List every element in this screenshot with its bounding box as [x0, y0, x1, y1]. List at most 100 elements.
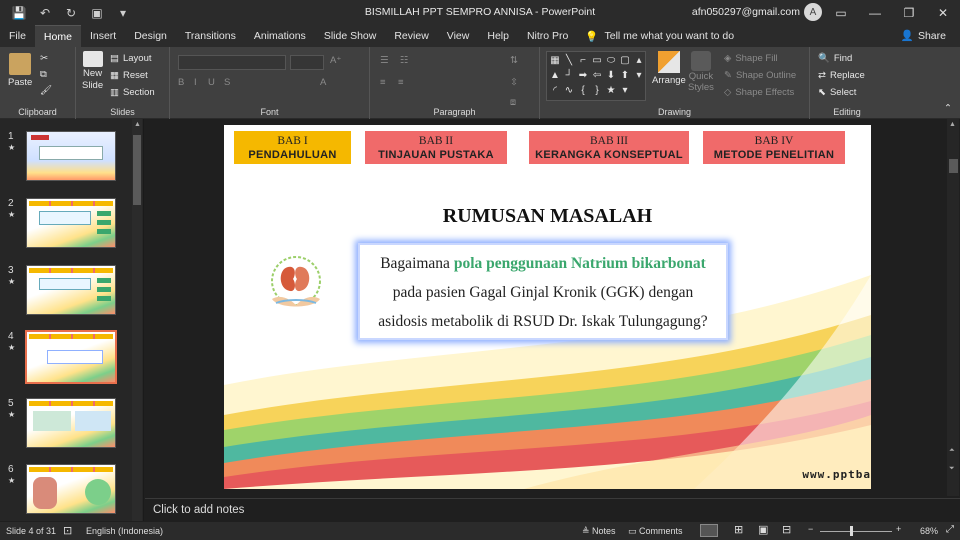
textbox-shape-icon[interactable]: ▦ [549, 54, 561, 66]
strikethrough-icon[interactable]: S [224, 77, 230, 88]
font-color-icon[interactable]: A [320, 77, 326, 88]
slide-thumbnail-3[interactable] [26, 265, 116, 315]
bab-1-button[interactable]: BAB I PENDAHULUAN [234, 131, 351, 164]
arrow-up-shape-icon[interactable]: ⬆ [619, 69, 631, 81]
replace-button[interactable]: ⇄ Replace [818, 70, 865, 81]
new-slide-button[interactable]: New Slide [82, 51, 103, 91]
comments-toggle[interactable]: ▭ Comments [628, 526, 683, 537]
curve-shape-icon[interactable]: ∿ [563, 85, 575, 97]
tab-transitions[interactable]: Transitions [176, 25, 245, 47]
align-center-icon[interactable]: ≡ [398, 77, 404, 88]
elbow-shape-icon[interactable]: ⌐ [577, 54, 589, 66]
shapes-gallery[interactable]: ▦ ╲ ⌐ ▭ ⬭ ▢ ▴ ▲ ┘ ➡ ⇦ ⬇ ⬆ ▾ ◜ ∿ { } ★ ▾ [546, 51, 646, 101]
reading-view-icon[interactable]: ▣ [758, 523, 768, 536]
scroll-shapes-icon[interactable]: ▾ [633, 69, 645, 81]
slide-title[interactable]: RUMUSAN MASALAH [224, 205, 871, 228]
paste-button[interactable]: Paste [8, 53, 32, 88]
restore-icon[interactable]: ❐ [892, 0, 926, 25]
find-button[interactable]: 🔍 Find [818, 53, 852, 64]
slideshow-view-icon[interactable]: ⊟ [782, 523, 791, 536]
bab-3-button[interactable]: BAB III KERANGKA KONSEPTUAL [529, 131, 689, 164]
bab-4-button[interactable]: BAB IV METODE PENELITIAN [703, 131, 845, 164]
arrow-right-shape-icon[interactable]: ➡ [577, 69, 589, 81]
slide-thumbnail-4[interactable] [25, 330, 117, 384]
font-size-input[interactable] [290, 55, 324, 70]
tab-insert[interactable]: Insert [81, 25, 125, 47]
quick-styles-button[interactable]: Quick Styles [688, 51, 714, 93]
oval-shape-icon[interactable]: ⬭ [605, 54, 617, 66]
accessibility-icon[interactable]: ⊡ [63, 524, 72, 537]
tab-home[interactable]: Home [34, 25, 81, 47]
notes-toggle[interactable]: ≜ Notes [582, 526, 616, 537]
format-painter-icon[interactable]: 🖌 [40, 85, 52, 96]
next-slide-icon[interactable]: ⏷ [949, 465, 955, 473]
numbering-icon[interactable]: ☷ [400, 55, 409, 66]
align-text-icon[interactable]: ⇳ [510, 77, 518, 88]
grow-font-icon[interactable]: A⁺ [330, 55, 341, 66]
line-shape-icon[interactable]: ╲ [563, 54, 575, 66]
expand-shapes-icon[interactable]: ▾ [619, 85, 631, 97]
arc-shape-icon[interactable]: ◜ [549, 85, 561, 97]
customize-icon[interactable]: ▾ [112, 3, 134, 23]
arrange-button[interactable]: Arrange [652, 51, 686, 86]
zoom-level[interactable]: 68% [920, 526, 938, 536]
tab-help[interactable]: Help [478, 25, 518, 47]
normal-view-icon[interactable] [700, 524, 718, 537]
avatar[interactable]: A [804, 3, 822, 21]
slide-thumbnail-1[interactable] [26, 131, 116, 181]
rectangle-shape-icon[interactable]: ▭ [591, 54, 603, 66]
slide-thumbnail-2[interactable] [26, 198, 116, 248]
underline-icon[interactable]: U [208, 77, 215, 88]
close-icon[interactable]: ✕ [926, 0, 960, 25]
zoom-slider-thumb[interactable] [850, 526, 853, 536]
layout-button[interactable]: ▤ Layout [110, 53, 152, 64]
triangle-shape-icon[interactable]: ▲ [549, 69, 561, 81]
tab-animations[interactable]: Animations [245, 25, 315, 47]
tab-slide-show[interactable]: Slide Show [315, 25, 386, 47]
minimize-icon[interactable]: — [858, 0, 892, 25]
tab-design[interactable]: Design [125, 25, 176, 47]
scroll-up-icon[interactable]: ▲ [949, 121, 956, 128]
bracket-shape-icon[interactable]: { [577, 85, 589, 97]
tell-me-box[interactable]: 💡 Tell me what you want to do [585, 25, 734, 47]
account-email[interactable]: afn050297@gmail.com [692, 6, 800, 18]
redo-icon[interactable]: ↻ [60, 3, 82, 23]
research-question-box[interactable]: Bagaimana pola penggunaan Natrium bikarb… [358, 243, 728, 340]
more-shapes-icon[interactable]: ▴ [633, 54, 645, 66]
tab-nitro-pro[interactable]: Nitro Pro [518, 25, 577, 47]
scroll-thumb[interactable] [133, 135, 141, 205]
shape-effects-button[interactable]: ◇ Shape Effects [724, 87, 794, 98]
slide-canvas[interactable]: BAB I PENDAHULUAN BAB II TINJAUAN PUSTAK… [224, 125, 871, 489]
save-icon[interactable]: 💾 [8, 3, 30, 23]
previous-slide-icon[interactable]: ⏶ [949, 447, 955, 455]
arrow-left-shape-icon[interactable]: ⇦ [591, 69, 603, 81]
reset-button[interactable]: ▦ Reset [110, 70, 148, 81]
zoom-out-icon[interactable]: − [808, 524, 813, 534]
thumbnails-scrollbar[interactable]: ▲ [132, 119, 142, 521]
zoom-slider[interactable] [820, 531, 892, 532]
l-shape-icon[interactable]: ┘ [563, 69, 575, 81]
rounded-rect-shape-icon[interactable]: ▢ [619, 54, 631, 66]
brace-shape-icon[interactable]: } [591, 85, 603, 97]
slide-scrollbar[interactable]: ▲ ⏶ ⏷ [947, 119, 959, 496]
ribbon-display-icon[interactable]: ▭ [824, 0, 858, 25]
notes-pane[interactable]: Click to add notes [145, 498, 960, 522]
bab-2-button[interactable]: BAB II TINJAUAN PUSTAKA [365, 131, 507, 164]
italic-icon[interactable]: I [194, 77, 197, 88]
tab-file[interactable]: File [0, 25, 35, 47]
tab-review[interactable]: Review [385, 25, 437, 47]
collapse-ribbon-icon[interactable]: ⌃ [944, 103, 952, 114]
language-indicator[interactable]: English (Indonesia) [86, 526, 163, 536]
text-direction-icon[interactable]: ⇅ [510, 55, 518, 66]
fit-slide-icon[interactable]: ⤢ [946, 524, 954, 535]
undo-icon[interactable]: ↶ [34, 3, 56, 23]
section-button[interactable]: ▥ Section [110, 87, 155, 98]
share-button[interactable]: 👤 Share [901, 29, 946, 43]
select-button[interactable]: ⬉ Select [818, 87, 856, 98]
scroll-thumb[interactable] [949, 159, 958, 173]
cut-icon[interactable]: ✂ [40, 53, 48, 64]
font-name-input[interactable] [178, 55, 286, 70]
slide-thumbnail-6[interactable] [26, 464, 116, 514]
scroll-up-icon[interactable]: ▲ [134, 121, 141, 128]
slide-thumbnail-5[interactable] [26, 398, 116, 448]
